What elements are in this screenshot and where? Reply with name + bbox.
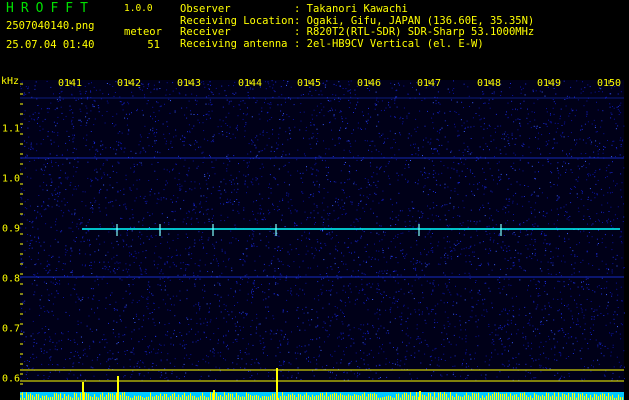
y-axis-label: 0.7 [2, 323, 21, 335]
spectrogram [20, 80, 625, 400]
time-label: 0146 [356, 78, 382, 89]
time-label: 0144 [237, 78, 263, 89]
time-label: 0142 [116, 78, 142, 89]
time-label: 0145 [296, 78, 322, 89]
time-label: 0150 [596, 78, 622, 89]
time-label: 0149 [536, 78, 562, 89]
time-label: 0143 [176, 78, 202, 89]
time-label: 0141 [57, 78, 83, 89]
spectrogram-field [20, 80, 624, 400]
y-axis-label: 0.6 [2, 373, 21, 385]
time-label: 0148 [476, 78, 502, 89]
y-axis-label: 1.0 [2, 173, 21, 185]
y-axis-label: 0.9 [2, 223, 21, 235]
y-axis-label: 0.8 [2, 273, 21, 285]
y-axis-label: 1.1 [2, 123, 21, 135]
time-axis: 0141 0142 0143 0144 0145 0146 0147 0148 0149 0150 [0, 78, 629, 92]
time-label: 0147 [416, 78, 442, 89]
